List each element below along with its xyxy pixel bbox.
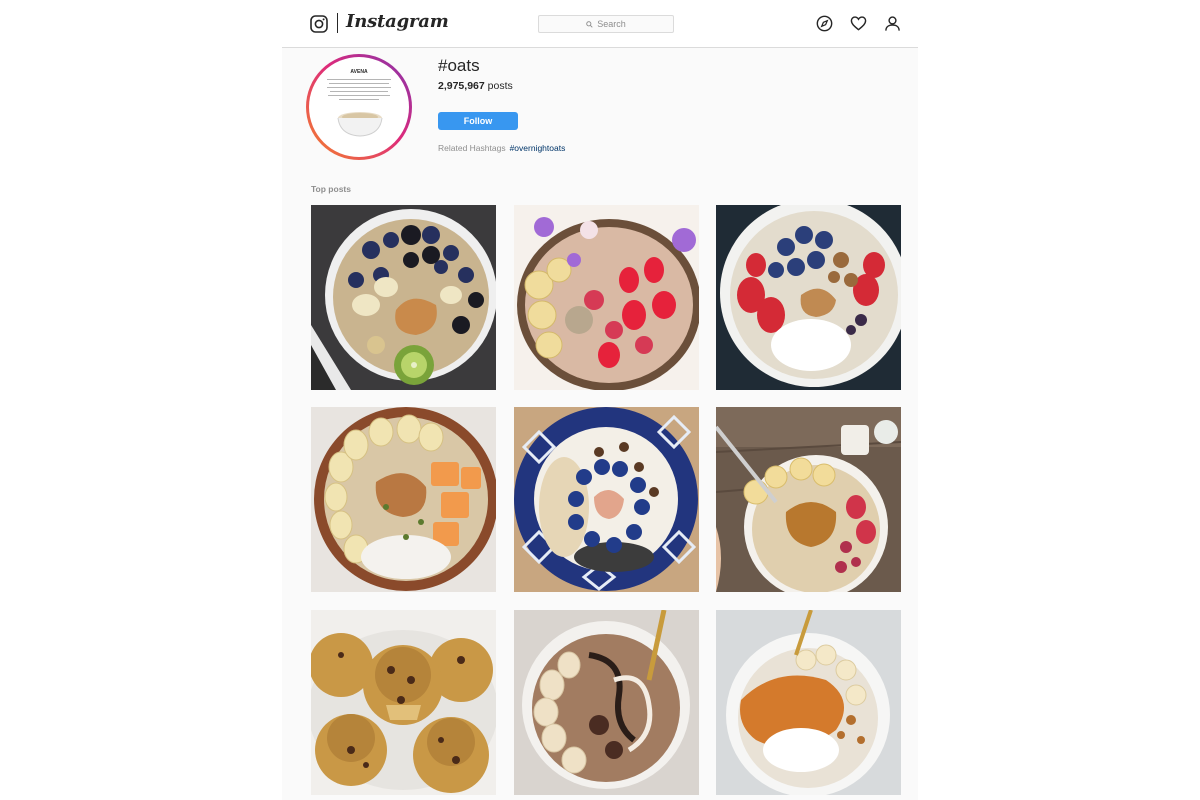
post-tile-oat-muffins-chocolate-chips[interactable] xyxy=(311,610,496,795)
heart-icon[interactable] xyxy=(850,15,867,32)
logo-divider xyxy=(337,13,338,33)
post-image xyxy=(514,407,699,592)
avatar-image: AVENA xyxy=(309,57,409,157)
post-tile-caramel-oats-granola-yogurt[interactable] xyxy=(716,610,901,795)
avatar-text-line xyxy=(327,87,391,88)
avatar-text-line xyxy=(328,95,390,96)
compass-icon[interactable] xyxy=(816,15,833,32)
avatar-text-line xyxy=(327,79,391,80)
post-tile-wooden-bowl-banana-melon[interactable] xyxy=(311,407,496,592)
post-tile-oatmeal-peanut-butter-banana[interactable] xyxy=(716,407,901,592)
post-count: 2,975,967 posts xyxy=(438,80,513,92)
avatar-text-line xyxy=(339,99,379,100)
post-tile-blue-pattern-bowl-blueberries[interactable] xyxy=(514,407,699,592)
search-icon xyxy=(586,20,593,28)
avatar-text-line xyxy=(329,83,389,84)
post-image xyxy=(716,407,901,592)
search-placeholder: Search xyxy=(597,19,626,29)
oat-bowl-illustration xyxy=(337,112,383,137)
hashtag-avatar: AVENA xyxy=(306,54,412,160)
hashtag-title: #oats xyxy=(438,56,480,75)
user-icon[interactable] xyxy=(884,15,901,32)
search-input[interactable]: Search xyxy=(538,15,674,33)
top-posts-heading: Top posts xyxy=(311,184,351,194)
post-tile-coconut-bowl-strawberries-banana[interactable] xyxy=(514,205,699,390)
post-tile-white-bowl-berries-yogurt[interactable] xyxy=(716,205,901,390)
instagram-camera-icon[interactable] xyxy=(310,15,328,33)
post-image xyxy=(311,610,496,795)
related-tag-link[interactable]: #overnightoats xyxy=(510,143,566,153)
post-image xyxy=(311,407,496,592)
related-hashtags: Related Hashtags #overnightoats xyxy=(438,143,565,153)
post-image xyxy=(311,205,496,390)
instagram-wordmark[interactable]: Instagram xyxy=(346,11,449,32)
post-count-label: posts xyxy=(484,80,513,92)
post-image xyxy=(716,205,901,390)
post-image xyxy=(716,610,901,795)
post-image xyxy=(514,610,699,795)
follow-button[interactable]: Follow xyxy=(438,112,518,130)
post-count-number: 2,975,967 xyxy=(438,80,485,92)
related-hashtags-label: Related Hashtags xyxy=(438,143,506,153)
avatar-title: AVENA xyxy=(350,69,368,75)
post-tile-chocolate-oats-banana-swirl[interactable] xyxy=(514,610,699,795)
post-tile-oat-bowl-blueberries-kiwi[interactable] xyxy=(311,205,496,390)
avatar-text-line xyxy=(330,91,388,92)
top-navigation-bar: Instagram Search xyxy=(282,0,918,48)
post-image xyxy=(514,205,699,390)
